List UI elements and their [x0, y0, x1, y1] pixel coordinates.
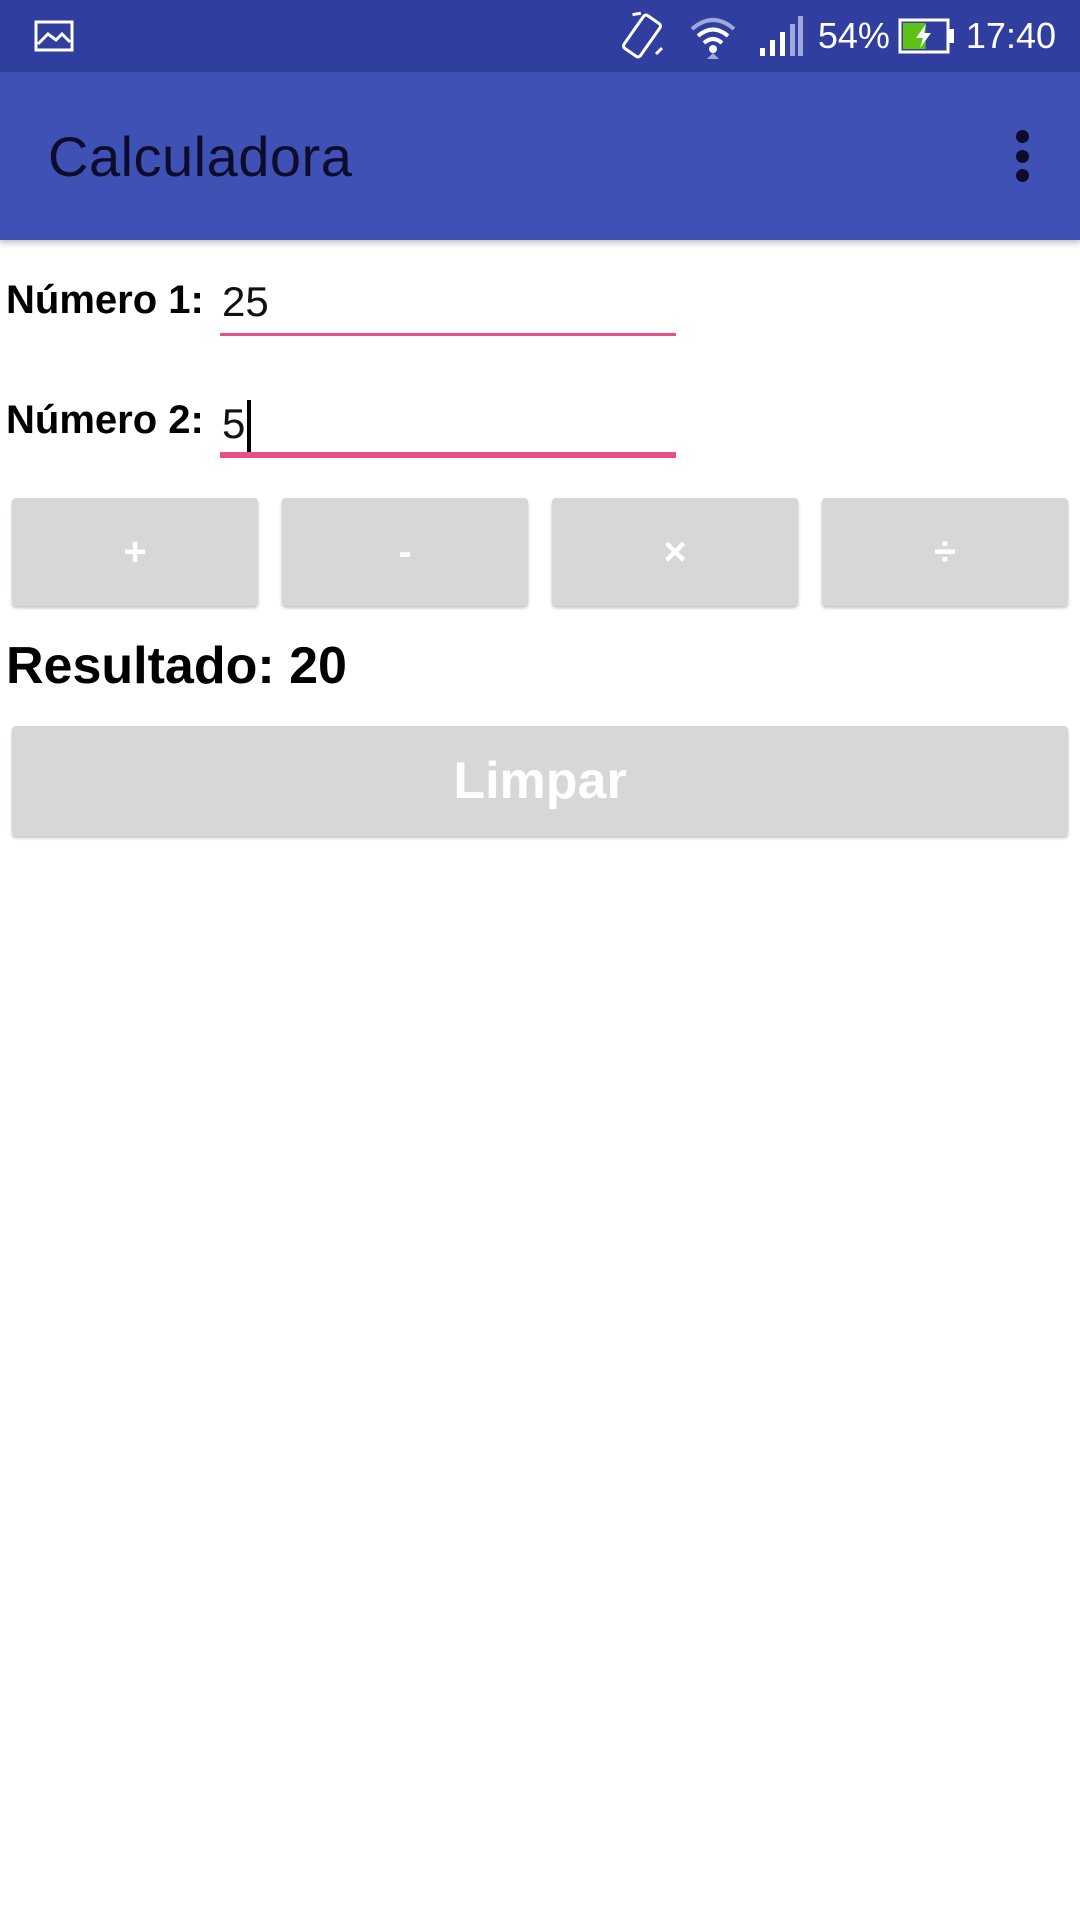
- wifi-icon: [690, 18, 736, 59]
- number1-underline: [220, 333, 676, 336]
- menu-dot: [1015, 149, 1029, 163]
- number1-field[interactable]: 25: [220, 262, 676, 336]
- operation-buttons: + - × ÷: [12, 498, 1068, 606]
- number2-field[interactable]: 5: [220, 384, 676, 458]
- number1-value: 25: [222, 278, 269, 325]
- status-icons: 54% 17:40: [616, 0, 1080, 72]
- status-bar: 54% 17:40: [0, 0, 1080, 72]
- battery-percent: 54%: [817, 15, 890, 56]
- clear-button[interactable]: Limpar: [12, 726, 1068, 836]
- number2-underline: [220, 452, 676, 458]
- multiply-button[interactable]: ×: [552, 498, 798, 606]
- signal-icon: [759, 16, 803, 56]
- battery-charging-icon: [898, 18, 954, 54]
- result-text: Resultado: 20: [6, 637, 347, 695]
- menu-dot: [1015, 130, 1029, 143]
- divide-button[interactable]: ÷: [822, 498, 1068, 606]
- number2-value: 5: [222, 400, 246, 447]
- image-icon: [34, 20, 74, 52]
- clock-time: 17:40: [965, 15, 1056, 56]
- overflow-menu-icon[interactable]: [992, 124, 1052, 188]
- number1-label: Número 1:: [6, 278, 204, 322]
- app-title: Calculadora: [48, 125, 353, 188]
- number2-label: Número 2:: [6, 398, 204, 442]
- vibrate-icon: [621, 11, 663, 59]
- text-cursor: [247, 400, 252, 452]
- app-bar: Calculadora: [0, 72, 1080, 240]
- add-button[interactable]: +: [12, 498, 258, 606]
- subtract-button[interactable]: -: [282, 498, 528, 606]
- menu-dot: [1015, 169, 1029, 182]
